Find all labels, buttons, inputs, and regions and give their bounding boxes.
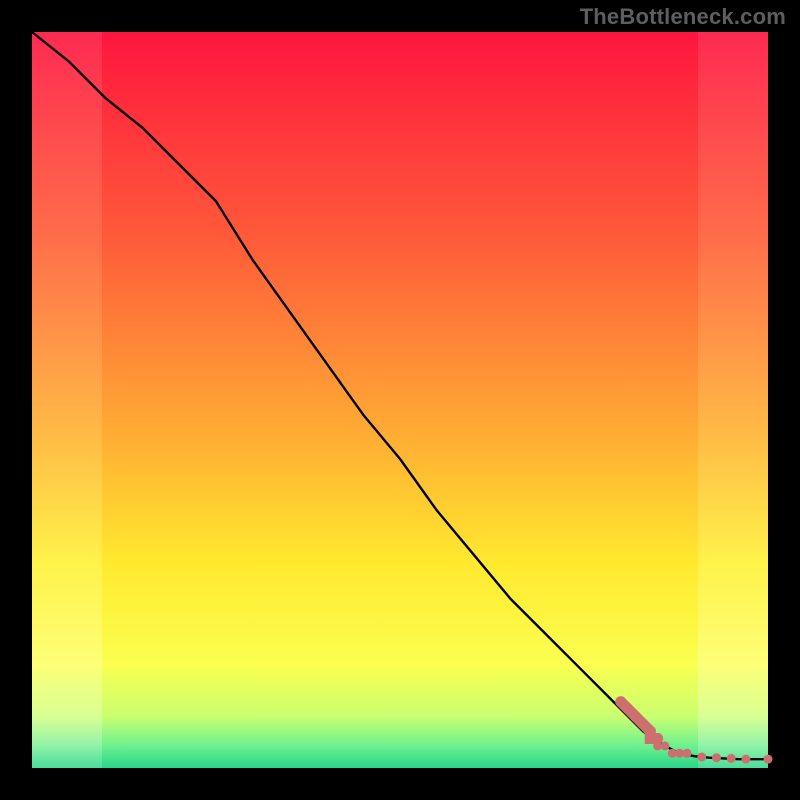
marker-dot <box>660 741 669 750</box>
bottleneck-chart <box>0 0 800 800</box>
marker-dot <box>712 753 721 762</box>
marker-dot <box>697 752 706 761</box>
watermark-text: TheBottleneck.com <box>580 4 786 30</box>
marker-dot <box>683 749 692 758</box>
marker-dot <box>764 755 773 764</box>
chart-background-center <box>102 32 698 768</box>
marker-dot <box>741 755 750 764</box>
marker-dot <box>727 754 736 763</box>
chart-frame: TheBottleneck.com <box>0 0 800 800</box>
